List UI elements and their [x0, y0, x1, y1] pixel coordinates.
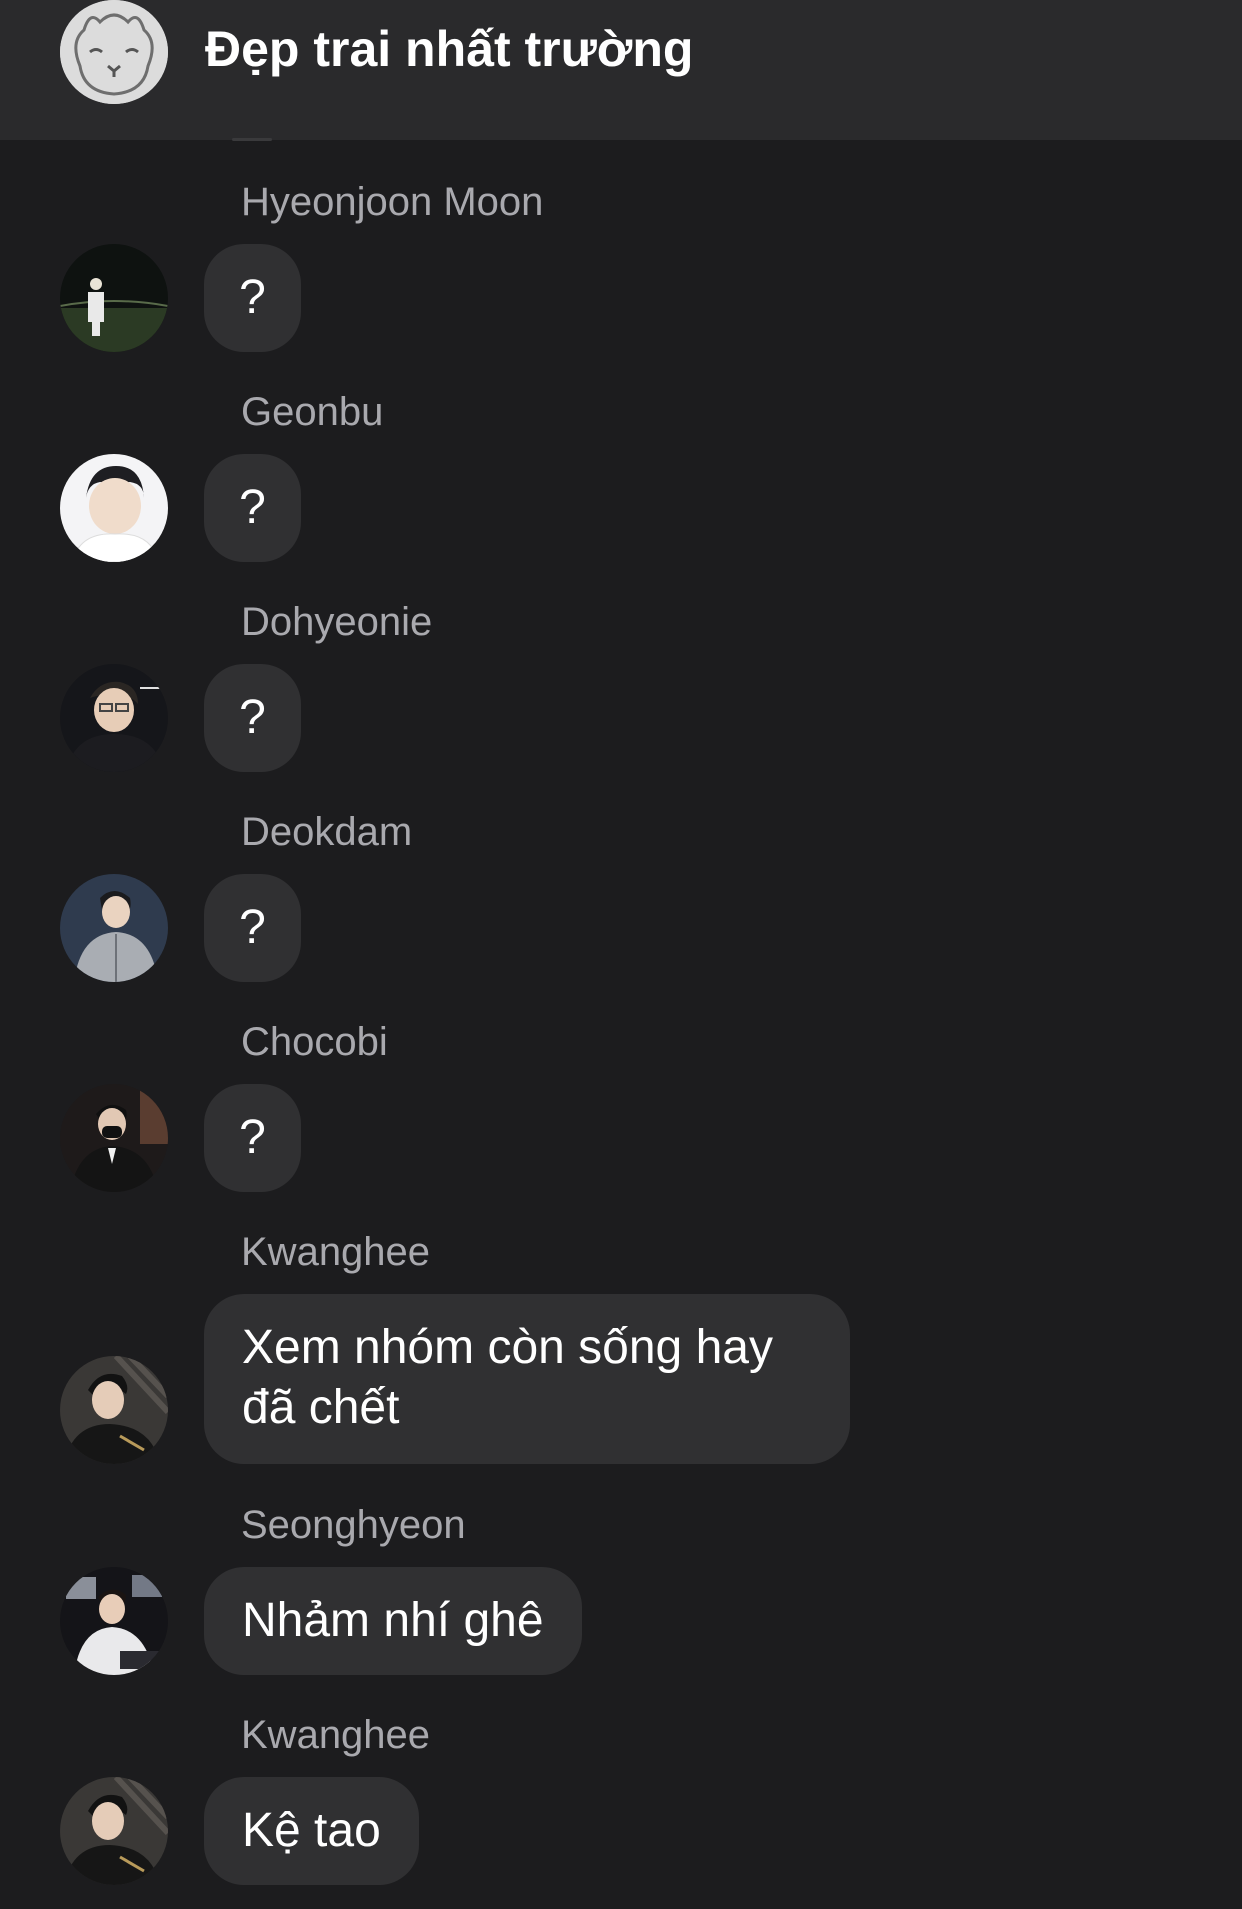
- sender-name: Kwanghee: [241, 1230, 431, 1274]
- avatar[interactable]: [60, 1356, 168, 1464]
- avatar-photo: [60, 664, 168, 772]
- avatar[interactable]: [60, 1567, 168, 1675]
- avatar[interactable]: [60, 664, 168, 772]
- avatar[interactable]: [60, 1084, 168, 1192]
- sender-name: Chocobi: [241, 1020, 388, 1064]
- avatar-photo: [60, 1567, 168, 1675]
- group-title[interactable]: Đẹp trai nhất trường: [205, 20, 693, 78]
- message-bubble[interactable]: ?: [204, 244, 301, 352]
- sender-name: Geonbu: [241, 390, 384, 434]
- chat-header: Đẹp trai nhất trường: [0, 0, 1242, 140]
- message-bubble[interactable]: ?: [204, 1084, 301, 1192]
- message-bubble[interactable]: Kệ tao: [204, 1777, 419, 1885]
- avatar[interactable]: [60, 244, 168, 352]
- sender-name: Dohyeonie: [241, 600, 433, 644]
- avatar-photo: [60, 1356, 168, 1464]
- message-bubble[interactable]: ?: [204, 664, 301, 772]
- avatar[interactable]: [60, 1777, 168, 1885]
- sender-name: Deokdam: [241, 810, 413, 854]
- group-avatar[interactable]: [60, 0, 168, 104]
- message-bubble[interactable]: ?: [204, 874, 301, 982]
- avatar[interactable]: [60, 874, 168, 982]
- avatar-photo: [60, 1084, 168, 1192]
- message-bubble[interactable]: Nhảm nhí ghê: [204, 1567, 582, 1675]
- avatar-photo: [60, 874, 168, 982]
- avatar[interactable]: [60, 454, 168, 562]
- message-bubble[interactable]: Xem nhóm còn sống hay đã chết: [204, 1294, 850, 1464]
- message-bubble[interactable]: ?: [204, 454, 301, 562]
- sender-name: Kwanghee: [241, 1713, 431, 1757]
- scroll-indicator: [232, 138, 272, 141]
- avatar-photo: [60, 454, 168, 562]
- avatar-photo: [60, 1777, 168, 1885]
- sender-name: Hyeonjoon Moon: [241, 180, 544, 224]
- sender-name: Seonghyeon: [241, 1503, 466, 1547]
- alpaca-icon: [60, 0, 168, 104]
- avatar-photo: [60, 244, 168, 352]
